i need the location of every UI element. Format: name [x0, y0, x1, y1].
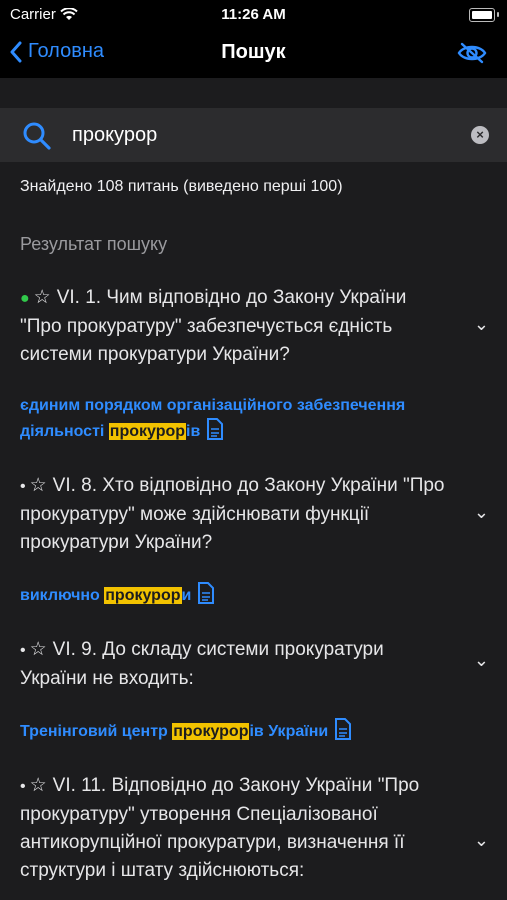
chevron-down-icon[interactable]: ⌄	[474, 314, 489, 335]
results-count: Знайдено 108 питань (виведено перші 100)	[0, 162, 507, 214]
results-count-text: Знайдено 108 питань (виведено перші 100)	[20, 178, 343, 195]
spacer	[0, 78, 507, 108]
clear-search-button[interactable]: ×	[471, 126, 489, 144]
results-list: Результат пошуку ● ☆ VI. 1. Чим відповідно…	[0, 214, 507, 900]
search-highlight: прокурор	[172, 723, 250, 740]
document-icon[interactable]	[197, 582, 215, 604]
document-icon[interactable]	[334, 718, 352, 740]
status-time: 11:26 AM	[221, 6, 286, 23]
eye-slash-icon	[457, 42, 487, 64]
star-icon[interactable]: ☆	[30, 775, 47, 796]
question-text: • ☆ VI. 11. Відповідно до Закону України "…	[20, 775, 420, 881]
answer-text: Тренінговий центр прокурорів України	[20, 718, 480, 744]
document-icon[interactable]	[206, 418, 224, 440]
hide-answers-button[interactable]	[457, 42, 487, 69]
question-text: ● ☆ VI. 1. Чим відповідно до Закону Україн…	[20, 287, 407, 365]
question-text: • ☆ VI. 9. До складу системи прокуратури У…	[20, 639, 384, 689]
status-bar: Carrier 11:26 AM	[0, 0, 507, 30]
chevron-down-icon[interactable]: ⌄	[474, 830, 489, 851]
chevron-down-icon[interactable]: ⌄	[474, 650, 489, 671]
page-title: Пошук	[221, 41, 286, 63]
battery-tip	[497, 12, 499, 17]
answer-text: єдиним порядком організаційного забезпеч…	[20, 397, 406, 440]
search-icon	[23, 122, 51, 150]
status-dot: ●	[20, 290, 30, 307]
battery-icon	[469, 8, 495, 22]
answer-text: виключно прокурори	[20, 582, 480, 608]
star-icon[interactable]: ☆	[34, 287, 51, 308]
star-icon[interactable]: ☆	[30, 475, 47, 496]
section-title: Результат пошуку	[20, 234, 168, 254]
star-icon[interactable]: ☆	[30, 639, 47, 660]
search-input[interactable]	[72, 120, 452, 150]
question-text: • ☆ VI. 8. Хто відповідно до Закону Україн…	[20, 475, 445, 553]
chevron-down-icon[interactable]: ⌄	[474, 502, 489, 523]
status-dot: •	[20, 642, 26, 659]
status-dot: •	[20, 478, 26, 495]
navigation-bar: Головна Пошук	[0, 30, 507, 78]
status-dot: •	[20, 778, 26, 795]
search-highlight: прокурор	[104, 587, 182, 604]
search-highlight: прокурор	[108, 423, 187, 440]
search-bar: ×	[0, 108, 507, 162]
